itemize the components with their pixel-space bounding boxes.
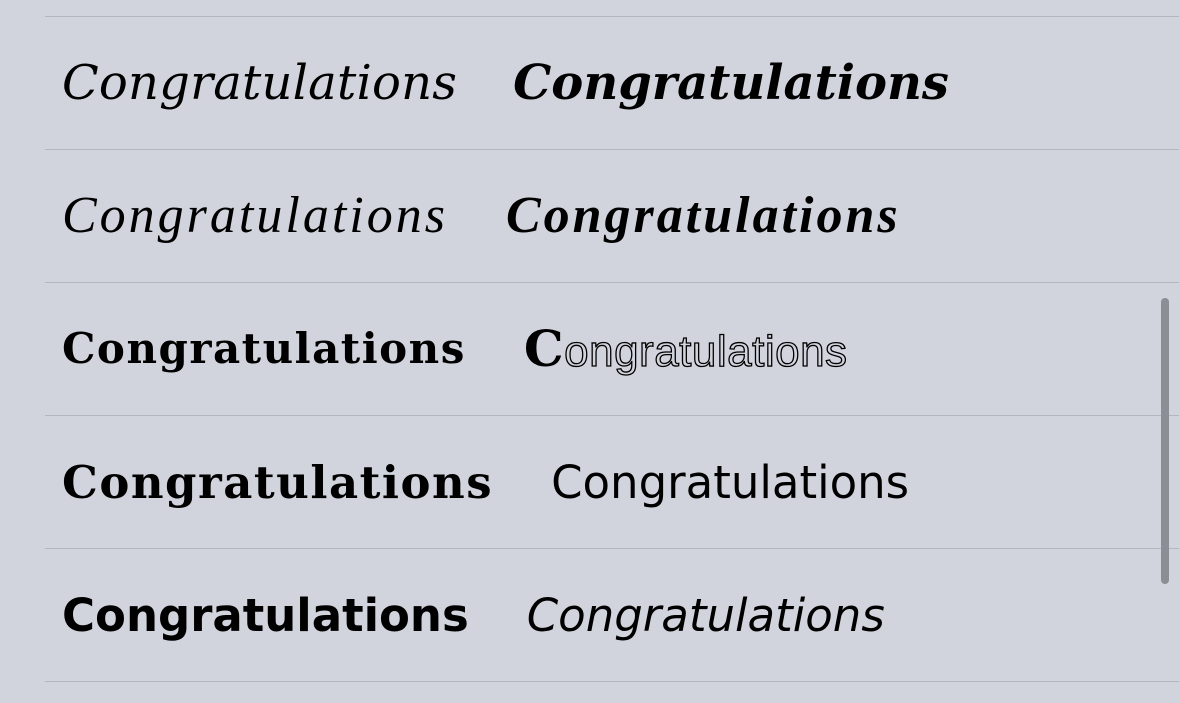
font-sample-blackletter[interactable]: Congratulations (62, 328, 466, 370)
font-sample-italic-sans[interactable]: Congratulations (527, 593, 885, 638)
font-row: Congratulations Congratulations (45, 17, 1179, 149)
font-row: Congratulations Congratulations (45, 549, 1179, 681)
font-row: Congratulations Congratulations (45, 416, 1179, 548)
scrollbar-thumb[interactable] (1161, 298, 1169, 584)
font-sample-script[interactable]: Congratulations (62, 190, 448, 242)
font-row: Congratulations Congratulations (45, 150, 1179, 282)
font-sample-italic-serif[interactable]: Congratulations (62, 59, 457, 107)
font-sample-bold-italic-serif[interactable]: Congratulations (513, 59, 949, 107)
row-divider (45, 681, 1179, 682)
font-row: Congratulations Congratulations (45, 283, 1179, 415)
outline-text: ongratulations (563, 327, 848, 376)
outline-initial-capital: C (523, 319, 565, 378)
font-style-list: Congratulations Congratulations Congratu… (0, 0, 1179, 703)
font-sample-outline[interactable]: Congratulations (524, 324, 848, 376)
font-sample-bold-script[interactable]: Congratulations (506, 190, 901, 242)
font-sample-bold-sans[interactable]: Congratulations (62, 593, 469, 638)
font-sample-bold-blackletter[interactable]: Congratulations (62, 460, 493, 505)
font-sample-regular-sans[interactable]: Congratulations (551, 460, 909, 505)
